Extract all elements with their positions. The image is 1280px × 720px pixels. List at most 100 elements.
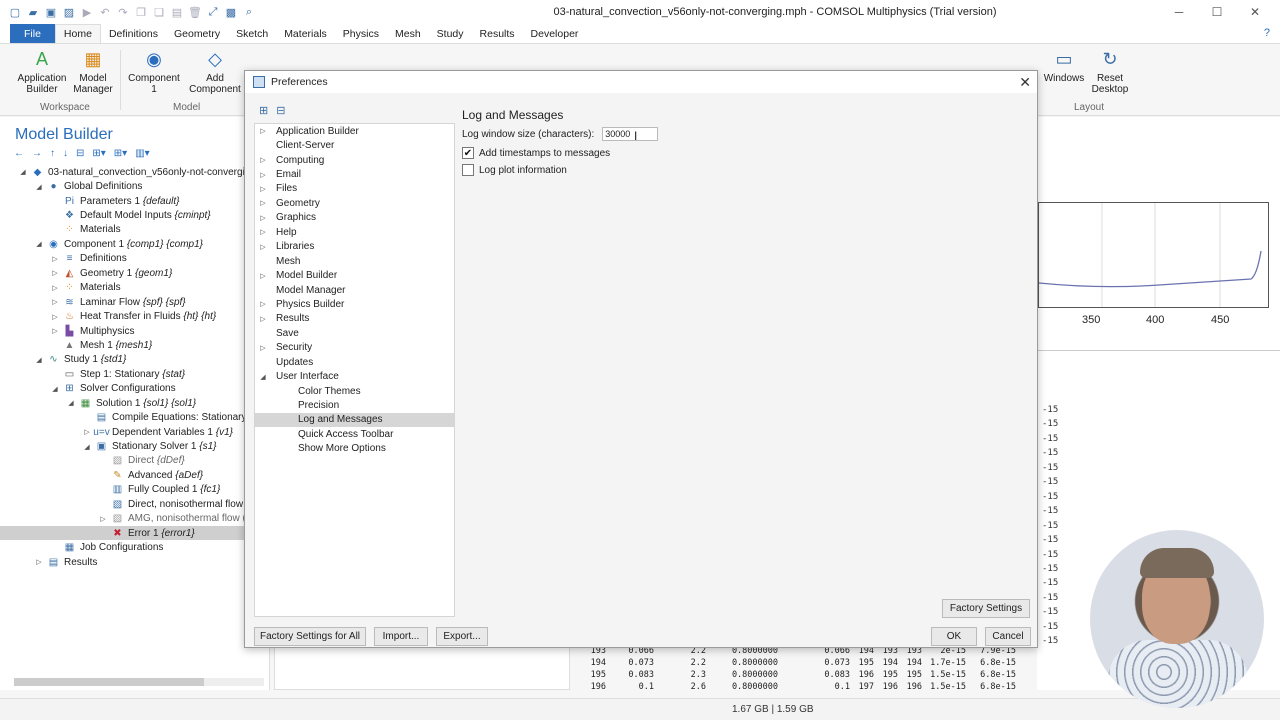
delete-icon[interactable]: 🗑	[188, 5, 202, 19]
expand-arrow-icon[interactable]: ▷	[50, 269, 60, 277]
model-tree-item[interactable]: ▷ ◭ Geometry 1 {geom1}	[0, 266, 270, 280]
model-tree-item[interactable]: ⁘ Materials	[0, 223, 270, 237]
expand-arrow-icon[interactable]: ▷	[50, 298, 60, 306]
new-file-icon[interactable]: ▢	[8, 5, 22, 19]
close-window-icon[interactable]: ✕	[1236, 3, 1274, 21]
model-tree-item[interactable]: ▷ ≋ Laminar Flow {spf} {spf}	[0, 295, 270, 309]
preferences-tree-item[interactable]: Model Manager	[255, 283, 454, 297]
expand-arrow-icon[interactable]: ▷	[256, 171, 270, 179]
expand-arrow-icon[interactable]: ▷	[256, 300, 270, 308]
model-tree-item[interactable]: ▤ Compile Equations: Stationary	[0, 410, 270, 424]
preferences-tree-item[interactable]: Save	[255, 326, 454, 340]
preferences-tree-item[interactable]: Show More Options	[255, 442, 454, 456]
run-icon[interactable]: ▶	[80, 5, 94, 19]
collapse-all-icon[interactable]: ⊟	[276, 104, 285, 117]
menu-results[interactable]: Results	[472, 24, 523, 43]
expand-arrow-icon[interactable]: ▷	[256, 214, 270, 222]
model-tree-item[interactable]: ▷ u=v Dependent Variables 1 {v1}	[0, 425, 270, 439]
application-builder-button[interactable]: A Application Builder	[14, 48, 70, 96]
menu-developer[interactable]: Developer	[523, 24, 587, 43]
collapse-arrow-icon[interactable]: ◢	[34, 356, 44, 364]
export-button[interactable]: Export...	[436, 627, 488, 646]
log-window-size-input[interactable]	[602, 127, 659, 141]
preferences-tree-item[interactable]: ◢ User Interface	[255, 369, 454, 383]
model-tree-item[interactable]: ◢ ◆ 03-natural_convection_v56only-not-conv…	[0, 165, 270, 179]
model-tree-item[interactable]: ◢ ▦ Solution 1 {sol1} {sol1}	[0, 396, 270, 410]
move-up-icon[interactable]: ↑	[50, 148, 55, 159]
maximize-icon[interactable]: ☐	[1198, 3, 1236, 21]
factory-settings-button[interactable]: Factory Settings	[942, 599, 1030, 618]
preferences-tree-item[interactable]: ▷ Security	[255, 341, 454, 355]
model-tree-item[interactable]: ▭ Step 1: Stationary {stat}	[0, 367, 270, 381]
preferences-tree-item[interactable]: ▷ Email	[255, 167, 454, 181]
timestamps-checkbox[interactable]: ✔	[462, 147, 474, 159]
expand-arrow-icon[interactable]: ▷	[256, 243, 270, 251]
preferences-tree-item[interactable]: ▷ Libraries	[255, 240, 454, 254]
redo-icon[interactable]: ↷	[116, 5, 130, 19]
preferences-tree-item[interactable]: ▷ Graphics	[255, 211, 454, 225]
timestamps-row[interactable]: ✔ Add timestamps to messages	[462, 147, 610, 159]
expand-arrow-icon[interactable]: ▷	[34, 558, 44, 566]
collapse-arrow-icon[interactable]: ◢	[34, 183, 44, 191]
show-icon[interactable]: ⊞▾	[114, 148, 127, 159]
zoom-extents-icon[interactable]: ⤢	[206, 5, 220, 19]
menu-physics[interactable]: Physics	[335, 24, 387, 43]
preferences-tree-item[interactable]: Updates	[255, 355, 454, 369]
model-tree-item[interactable]: ◢ ▣ Stationary Solver 1 {s1}	[0, 439, 270, 453]
expand-arrow-icon[interactable]: ▷	[256, 199, 270, 207]
model-tree-scrollbar[interactable]	[14, 678, 264, 686]
model-tree-item[interactable]: Pi Parameters 1 {default}	[0, 194, 270, 208]
preferences-tree-item[interactable]: ▷ Application Builder	[255, 124, 454, 138]
model-manager-button[interactable]: ▦ Model Manager	[72, 48, 114, 96]
preferences-tree-item[interactable]: Precision	[255, 398, 454, 412]
help-icon[interactable]: ?	[1264, 27, 1270, 39]
preferences-tree-item[interactable]: Mesh	[255, 254, 454, 268]
compact-history-icon[interactable]: ▨	[62, 5, 76, 19]
forward-icon[interactable]: →	[32, 148, 42, 159]
undo-icon[interactable]: ↶	[98, 5, 112, 19]
model-tree-item[interactable]: ◢ ● Global Definitions	[0, 179, 270, 193]
zoom-icon[interactable]: ⌕	[242, 5, 256, 19]
menu-definitions[interactable]: Definitions	[101, 24, 166, 43]
plot-info-checkbox[interactable]	[462, 164, 474, 176]
preferences-tree-item[interactable]: ▷ Computing	[255, 153, 454, 167]
model-tree-item[interactable]: ◢ ◉ Component 1 {comp1} {comp1}	[0, 237, 270, 251]
model-tree-item[interactable]: ▷ ▤ Results	[0, 555, 270, 569]
model-tree-item[interactable]: ▷ ♨ Heat Transfer in Fluids {ht} {ht}	[0, 309, 270, 323]
add-component-button[interactable]: ◇ Add Component	[186, 48, 244, 96]
preferences-tree-item[interactable]: ▷ Model Builder	[255, 268, 454, 282]
model-tree-item[interactable]: ▧ Direct, nonisothermal flow (	[0, 497, 270, 511]
close-icon[interactable]: ✕	[1019, 74, 1031, 91]
preferences-tree-item[interactable]: ▷ Physics Builder	[255, 297, 454, 311]
model-tree-item[interactable]: ▧ Direct {dDef}	[0, 454, 270, 468]
preferences-tree-item[interactable]: Color Themes	[255, 384, 454, 398]
model-tree-item[interactable]: ▦ Job Configurations	[0, 540, 270, 554]
collapse-arrow-icon[interactable]: ◢	[256, 373, 270, 381]
back-icon[interactable]: ←	[14, 148, 24, 159]
view-icon[interactable]: ▥▾	[135, 148, 149, 159]
expand-arrow-icon[interactable]: ▷	[256, 228, 270, 236]
windows-button[interactable]: ▭ Windows	[1040, 48, 1088, 85]
expand-arrow-icon[interactable]: ▷	[256, 127, 270, 135]
expand-arrow-icon[interactable]: ▷	[82, 428, 92, 436]
plot-info-row[interactable]: Log plot information	[462, 164, 567, 176]
model-tree-item[interactable]: ▷ ▙ Multiphysics	[0, 324, 270, 338]
expand-arrow-icon[interactable]: ▷	[256, 344, 270, 352]
preferences-tree-item[interactable]: ▷ Files	[255, 182, 454, 196]
model-tree-item[interactable]: ▥ Fully Coupled 1 {fc1}	[0, 483, 270, 497]
model-tree-item[interactable]: ▷ ≡ Definitions	[0, 252, 270, 266]
model-tree-item[interactable]: ▷ ⁘ Materials	[0, 281, 270, 295]
model-tree-item[interactable]: ▷ ▧ AMG, nonisothermal flow (	[0, 512, 270, 526]
menu-study[interactable]: Study	[429, 24, 472, 43]
menu-home[interactable]: Home	[54, 24, 101, 43]
save-icon[interactable]: ▣	[44, 5, 58, 19]
expand-arrow-icon[interactable]: ▷	[50, 284, 60, 292]
ok-button[interactable]: OK	[931, 627, 977, 646]
expand-all-icon[interactable]: ⊞	[259, 104, 268, 117]
expand-icon[interactable]: ⊞▾	[92, 148, 105, 159]
model-tree-item[interactable]: ❖ Default Model Inputs {cminpt}	[0, 208, 270, 222]
paste-icon[interactable]: ▤	[170, 5, 184, 19]
menu-file[interactable]: File	[10, 24, 55, 43]
collapse-arrow-icon[interactable]: ◢	[18, 168, 28, 176]
expand-arrow-icon[interactable]: ▷	[50, 313, 60, 321]
